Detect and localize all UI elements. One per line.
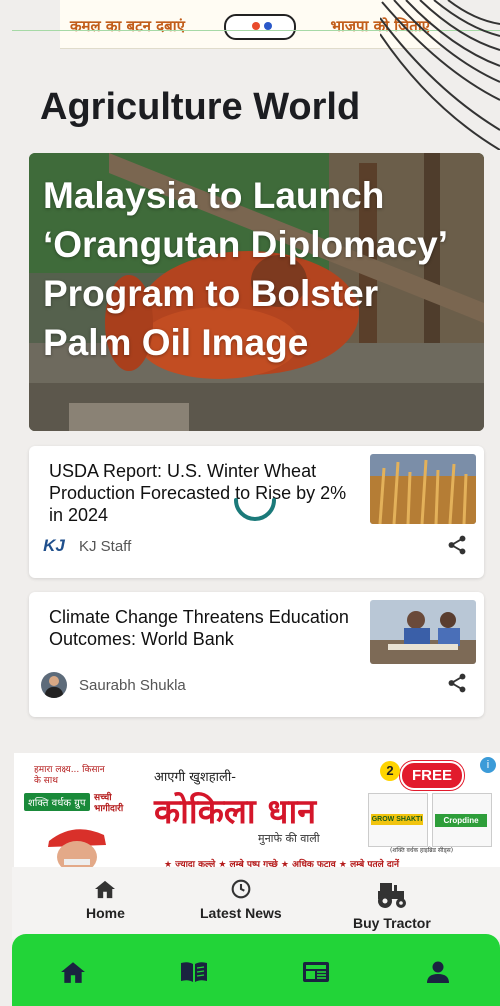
home-icon[interactable] <box>60 958 86 986</box>
article-author: Saurabh Shukla <box>41 672 186 698</box>
banner-party-logo <box>224 14 296 40</box>
section-subnav: Home Latest News Buy Tractor <box>12 867 500 939</box>
section-title: Agriculture World <box>40 86 361 128</box>
pack-count-badge: 2 <box>380 761 400 781</box>
book-icon[interactable] <box>180 958 208 986</box>
ad-info-icon[interactable]: i <box>480 757 496 773</box>
advertisement-banner[interactable]: हमारा लक्ष्य... किसान के साथ शक्ति वर्धक… <box>14 753 500 869</box>
ad-footnote: (शक्ति वर्धक हाइब्रिड सीड्स) <box>390 847 454 854</box>
avatar <box>41 672 67 698</box>
subnav-buy-tractor[interactable]: Buy Tractor <box>353 881 431 931</box>
author-name: Saurabh Shukla <box>79 676 186 694</box>
bottom-navigation-bar <box>12 934 500 1006</box>
newspaper-icon[interactable] <box>302 958 330 986</box>
pack-right-label: Cropdine <box>435 814 487 827</box>
farmer-figure-image <box>48 829 106 869</box>
author-name: KJ Staff <box>79 537 132 555</box>
ad-brand-badge: शक्ति वर्धक ग्रुप <box>24 793 90 811</box>
article-card[interactable]: Climate Change Threatens Education Outco… <box>29 592 484 717</box>
subnav-latest-news[interactable]: Latest News <box>200 879 282 921</box>
article-title[interactable]: Climate Change Threatens Education Outco… <box>49 606 349 650</box>
home-icon <box>95 880 116 899</box>
ad-product-sub: मुनाफे की वाली <box>258 832 320 845</box>
pack-left-label: GROW SHAKTI <box>371 814 423 825</box>
decorative-swirl-icon <box>380 0 500 150</box>
tractor-icon <box>377 883 406 908</box>
wheat-field-thumbnail[interactable] <box>370 454 476 524</box>
loading-spinner-icon <box>234 498 276 521</box>
share-icon[interactable] <box>446 672 468 694</box>
subnav-home-label: Home <box>86 905 125 921</box>
subnav-latest-label: Latest News <box>200 905 282 921</box>
share-icon[interactable] <box>446 534 468 556</box>
ad-partner-text: सच्ची भागीदारी <box>94 793 124 814</box>
product-pack-right: Cropdine <box>432 793 492 847</box>
ad-tagline: हमारा लक्ष्य... किसान के साथ <box>34 765 105 786</box>
profile-icon[interactable] <box>426 958 450 986</box>
hero-headline[interactable]: Malaysia to Launch ‘Orangutan Diplomacy’… <box>43 171 470 367</box>
product-pack-left: GROW SHAKTI <box>368 793 428 847</box>
offer-badge: FREE <box>400 761 465 790</box>
clock-icon <box>231 879 251 899</box>
hero-article-card[interactable]: Malaysia to Launch ‘Orangutan Diplomacy’… <box>29 153 484 431</box>
article-title[interactable]: USDA Report: U.S. Winter Wheat Productio… <box>49 460 349 526</box>
subnav-tractor-label: Buy Tractor <box>353 915 431 931</box>
article-author: KJ KJ Staff <box>41 536 131 556</box>
subnav-home[interactable]: Home <box>86 879 125 921</box>
kj-logo-icon: KJ <box>43 536 65 555</box>
classroom-thumbnail[interactable] <box>370 600 476 664</box>
ad-headline-small: आएगी खुशहाली- <box>154 770 236 785</box>
ad-product-name: कोकिला धान <box>154 792 317 832</box>
banner-left-text: कमल का बटन दबाएं <box>70 17 185 35</box>
